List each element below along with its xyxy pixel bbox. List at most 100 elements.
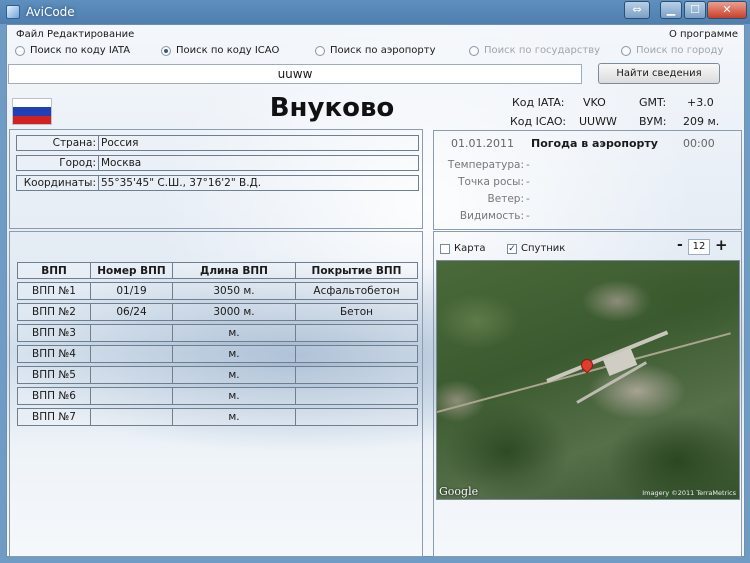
city-label: Город: (17, 156, 99, 170)
runway-number (90, 387, 173, 405)
runway-surface (295, 408, 418, 426)
temperature-label: Температура: (447, 159, 524, 171)
airport-name: Внуково (269, 93, 395, 123)
search-mode-group: Поиск по коду IATA Поиск по коду ICAO По… (7, 45, 744, 59)
elevation-value: 209 м. (683, 115, 720, 128)
dewpoint-value: - (526, 176, 530, 188)
runway-surface (295, 387, 418, 405)
menu-edit[interactable]: Редактирование (47, 29, 134, 40)
col-runway-length: Длина ВПП (172, 262, 296, 279)
satellite-checkbox[interactable]: ✓ Спутник (507, 243, 565, 254)
dewpoint-label: Точка росы: (458, 176, 524, 188)
city-row: Город: Москва (16, 155, 419, 171)
gmt-value: +3.0 (687, 96, 714, 109)
map-road (437, 332, 731, 413)
runway-number (90, 366, 173, 384)
minimize-button[interactable]: ▁ (660, 1, 682, 19)
runway-name: ВПП №1 (17, 282, 91, 300)
wind-label: Ветер: (487, 193, 524, 205)
table-row: ВПП №4 м. (17, 345, 418, 363)
google-logo: Google (439, 485, 479, 498)
runway-number: 01/19 (90, 282, 173, 300)
zoom-level-input[interactable]: 12 (688, 239, 710, 255)
runway-surface (295, 324, 418, 342)
coordinates-row: Координаты: 55°35'45" С.Ш., 37°16'2" В.Д… (16, 175, 419, 191)
wind-value: - (526, 193, 530, 205)
runway-length: м. (172, 324, 296, 342)
app-icon (6, 5, 20, 19)
runway-length: 3000 м. (172, 303, 296, 321)
runway-length: м. (172, 387, 296, 405)
runway-surface: Асфальтобетон (295, 282, 418, 300)
runway-length: м. (172, 408, 296, 426)
title-bar: AviCode ⇔ ▁ ☐ ✕ (0, 0, 750, 24)
map-panel: Карта ✓ Спутник - 12 + Google Imagery ©2… (433, 231, 742, 557)
runway-surface: Бетон (295, 303, 418, 321)
radio-search-city: Поиск по городу (621, 45, 723, 56)
runway-length: 3050 м. (172, 282, 296, 300)
runway-surface (295, 366, 418, 384)
elevation-label: ВУМ: (639, 115, 667, 128)
table-row: ВПП №1 01/19 3050 м. Асфальтобетон (17, 282, 418, 300)
runway-number (90, 324, 173, 342)
zoom-out-button[interactable]: - (677, 237, 683, 253)
country-row: Страна: Россия (16, 135, 419, 151)
icao-value: UUWW (579, 115, 617, 128)
table-row: ВПП №7 м. (17, 408, 418, 426)
icao-label: Код ICAO: (510, 115, 567, 128)
satellite-map[interactable]: Google Imagery ©2011 TerraMetrics (436, 260, 740, 500)
runway-number: 06/24 (90, 303, 173, 321)
radio-search-country: Поиск по государству (469, 45, 600, 56)
city-value: Москва (101, 157, 142, 169)
weather-title: Погода в аэропорту (531, 137, 658, 150)
runway-name: ВПП №3 (17, 324, 91, 342)
runway-number (90, 345, 173, 363)
checkbox-box (440, 243, 450, 254)
menu-bar: Файл Редактирование О программе (7, 29, 744, 43)
radio-search-iata[interactable]: Поиск по коду IATA (15, 45, 130, 56)
visibility-label: Видимость: (459, 210, 524, 222)
coordinates-label: Координаты: (17, 176, 99, 190)
radio-label: Поиск по государству (484, 45, 601, 56)
main-window: Файл Редактирование О программе Поиск по… (6, 24, 745, 557)
radio-dot (15, 45, 25, 56)
visibility-value: - (526, 210, 530, 222)
close-button[interactable]: ✕ (707, 1, 747, 19)
runways-table: ВПП Номер ВПП Длина ВПП Покрытие ВПП ВПП… (17, 262, 418, 426)
radio-dot (315, 45, 325, 56)
radio-search-airport[interactable]: Поиск по аэропорту (315, 45, 436, 56)
table-header-row: ВПП Номер ВПП Длина ВПП Покрытие ВПП (17, 262, 418, 279)
col-runway: ВПП (17, 262, 91, 279)
col-runway-number: Номер ВПП (90, 262, 173, 279)
radio-label: Поиск по аэропорту (330, 45, 436, 56)
weather-panel: 01.01.2011 Погода в аэропорту 00:00 Темп… (433, 130, 742, 230)
radio-label: Поиск по городу (636, 45, 724, 56)
weather-time: 00:00 (683, 137, 715, 150)
radio-dot (469, 45, 479, 56)
country-label: Страна: (17, 136, 99, 150)
maximize-button[interactable]: ☐ (684, 1, 706, 19)
col-runway-surface: Покрытие ВПП (295, 262, 418, 279)
satellite-checkbox-label: Спутник (521, 243, 566, 254)
runway-name: ВПП №5 (17, 366, 91, 384)
runways-panel: ВПП Номер ВПП Длина ВПП Покрытие ВПП ВПП… (9, 231, 423, 557)
menu-about[interactable]: О программе (669, 29, 738, 40)
table-row: ВПП №3 м. (17, 324, 418, 342)
find-info-button[interactable]: Найти сведения (598, 63, 720, 84)
table-row: ВПП №6 м. (17, 387, 418, 405)
radio-search-icao[interactable]: Поиск по коду ICAO (161, 45, 279, 56)
search-input[interactable]: uuww (8, 64, 582, 84)
weather-date: 01.01.2011 (451, 137, 514, 150)
runway-length: м. (172, 366, 296, 384)
restore-button[interactable]: ⇔ (624, 1, 650, 19)
menu-file[interactable]: Файл (16, 29, 44, 40)
radio-label: Поиск по коду ICAO (176, 45, 280, 56)
map-checkbox[interactable]: Карта (440, 243, 486, 254)
runway-surface (295, 345, 418, 363)
table-row: ВПП №2 06/24 3000 м. Бетон (17, 303, 418, 321)
runway-name: ВПП №4 (17, 345, 91, 363)
radio-dot (161, 45, 171, 56)
iata-value: VKO (583, 96, 606, 109)
country-flag (12, 98, 52, 125)
zoom-in-button[interactable]: + (715, 236, 728, 254)
